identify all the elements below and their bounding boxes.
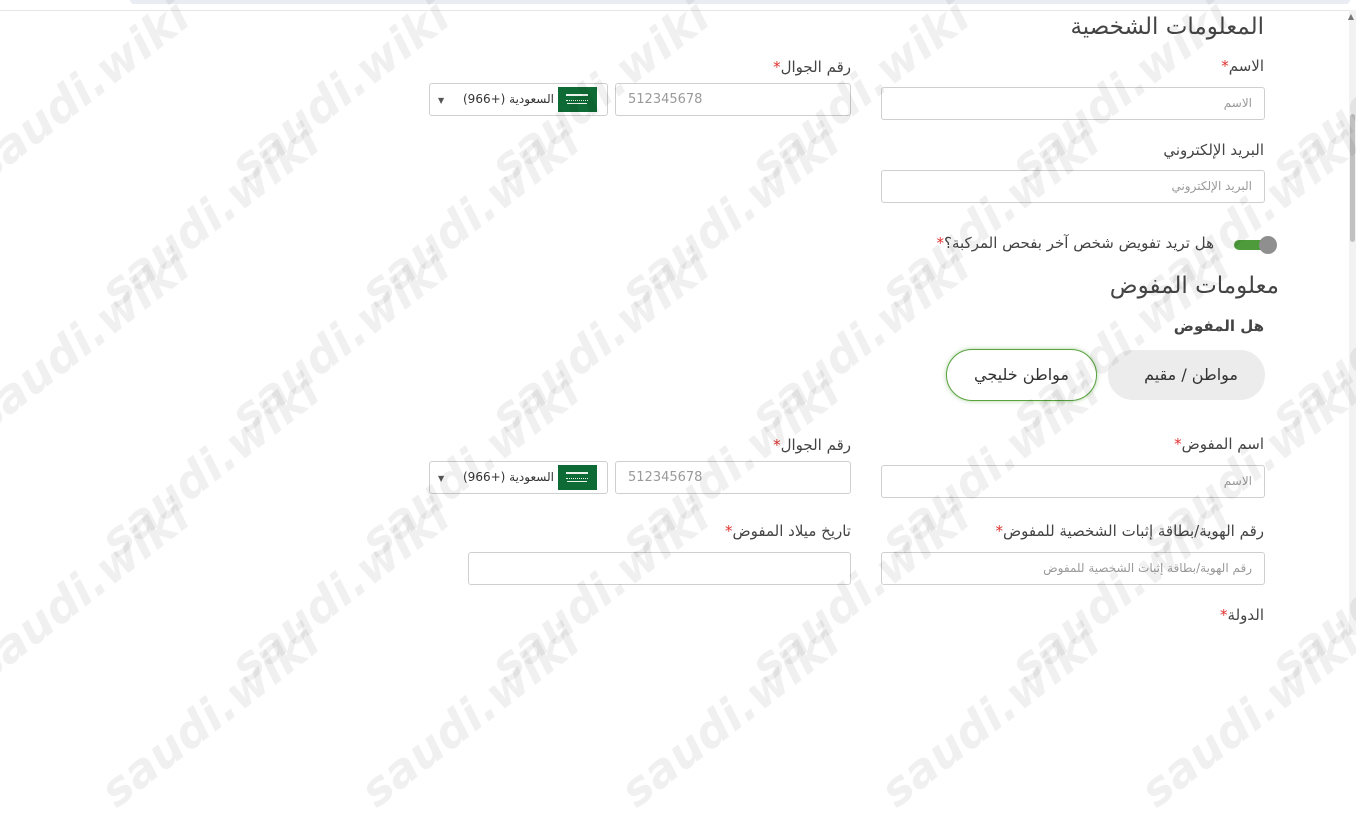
watermark-text: saudi.wiki: [480, 488, 720, 693]
mobile-label: رقم الجوال*: [773, 58, 851, 76]
option-citizen-resident[interactable]: مواطن / مقيم: [1144, 365, 1238, 384]
delegate-id-input[interactable]: رقم الهوية/بطاقة إثبات الشخصية للمفوض: [881, 552, 1265, 585]
scrollbar-thumb[interactable]: [1350, 114, 1355, 242]
watermark-text: saudi.wiki: [0, 238, 200, 443]
watermark-text: saudi.wiki: [0, 0, 200, 193]
watermark-text: saudi.wiki: [870, 613, 1110, 818]
top-strip: [130, 0, 1350, 4]
watermark-text: saudi.wiki: [610, 613, 850, 818]
delegate-dob-label: تاريخ ميلاد المفوض*: [725, 522, 851, 540]
watermark-text: saudi.wiki: [90, 613, 330, 818]
toggle-knob: [1259, 236, 1277, 254]
personal-info-title: المعلومات الشخصية: [1070, 14, 1264, 40]
delegate-dob-input[interactable]: [468, 552, 851, 585]
delegate-name-label: اسم المفوض*: [1174, 435, 1264, 453]
watermark-text: saudi.wiki: [1130, 613, 1356, 818]
delegate-country-label: الدولة*: [1220, 606, 1264, 624]
watermark-text: saudi.wiki: [220, 488, 460, 693]
delegate-question-label: هل تريد تفويض شخص آخر بفحص المركبة؟*: [936, 234, 1214, 252]
name-label: الاسم*: [1221, 57, 1264, 75]
dropdown-arrow-icon: ▼: [438, 474, 445, 483]
saudi-flag-icon: [558, 465, 597, 490]
delegate-info-title: معلومات المفوض: [1109, 273, 1279, 299]
saudi-flag-icon: [558, 87, 597, 112]
email-label: البريد الإلكتروني: [1163, 141, 1264, 159]
delegate-name-input[interactable]: الاسم: [881, 465, 1265, 498]
delegate-toggle[interactable]: [1234, 236, 1278, 254]
watermark-text: saudi.wiki: [220, 0, 460, 193]
scroll-up-arrow-icon[interactable]: ▲: [1346, 12, 1356, 22]
watermark-text: saudi.wiki: [1000, 238, 1240, 443]
watermark-text: saudi.wiki: [0, 488, 200, 693]
country-code-value: (966+) السعودية: [463, 92, 554, 106]
dropdown-arrow-icon: ▼: [438, 96, 445, 105]
mobile-input[interactable]: 512345678: [615, 83, 851, 116]
watermark-text: saudi.wiki: [740, 488, 980, 693]
watermark-text: saudi.wiki: [870, 113, 1110, 318]
watermark-text: saudi.wiki: [1260, 488, 1356, 693]
watermark-text: saudi.wiki: [1260, 0, 1356, 193]
watermark-text: saudi.wiki: [740, 238, 980, 443]
watermark-text: saudi.wiki: [1000, 488, 1240, 693]
delegate-mobile-input[interactable]: 512345678: [615, 461, 851, 494]
watermark-text: saudi.wiki: [480, 238, 720, 443]
watermark-text: saudi.wiki: [220, 238, 460, 443]
watermark-text: saudi.wiki: [1260, 238, 1356, 443]
country-code-select[interactable]: ▼ (966+) السعودية: [429, 83, 608, 116]
email-input[interactable]: البريد الإلكتروني: [881, 170, 1265, 203]
watermark-text: saudi.wiki: [350, 613, 590, 818]
name-input[interactable]: الاسم: [881, 87, 1265, 120]
delegate-type-question: هل المفوض: [1173, 317, 1264, 335]
watermark-text: saudi.wiki: [90, 113, 330, 318]
delegate-country-code-select[interactable]: ▼ (966+) السعودية: [429, 461, 608, 494]
delegate-id-label: رقم الهوية/بطاقة إثبات الشخصية للمفوض*: [995, 522, 1264, 540]
watermark-text: saudi.wiki: [610, 113, 850, 318]
watermark-text: saudi.wiki: [90, 363, 330, 568]
watermark-text: saudi.wiki: [350, 113, 590, 318]
scrollbar-track[interactable]: [1349, 10, 1356, 635]
delegate-country-code-value: (966+) السعودية: [463, 470, 554, 484]
delegate-mobile-label: رقم الجوال*: [773, 436, 851, 454]
option-gulf-citizen[interactable]: مواطن خليجي: [946, 349, 1097, 401]
